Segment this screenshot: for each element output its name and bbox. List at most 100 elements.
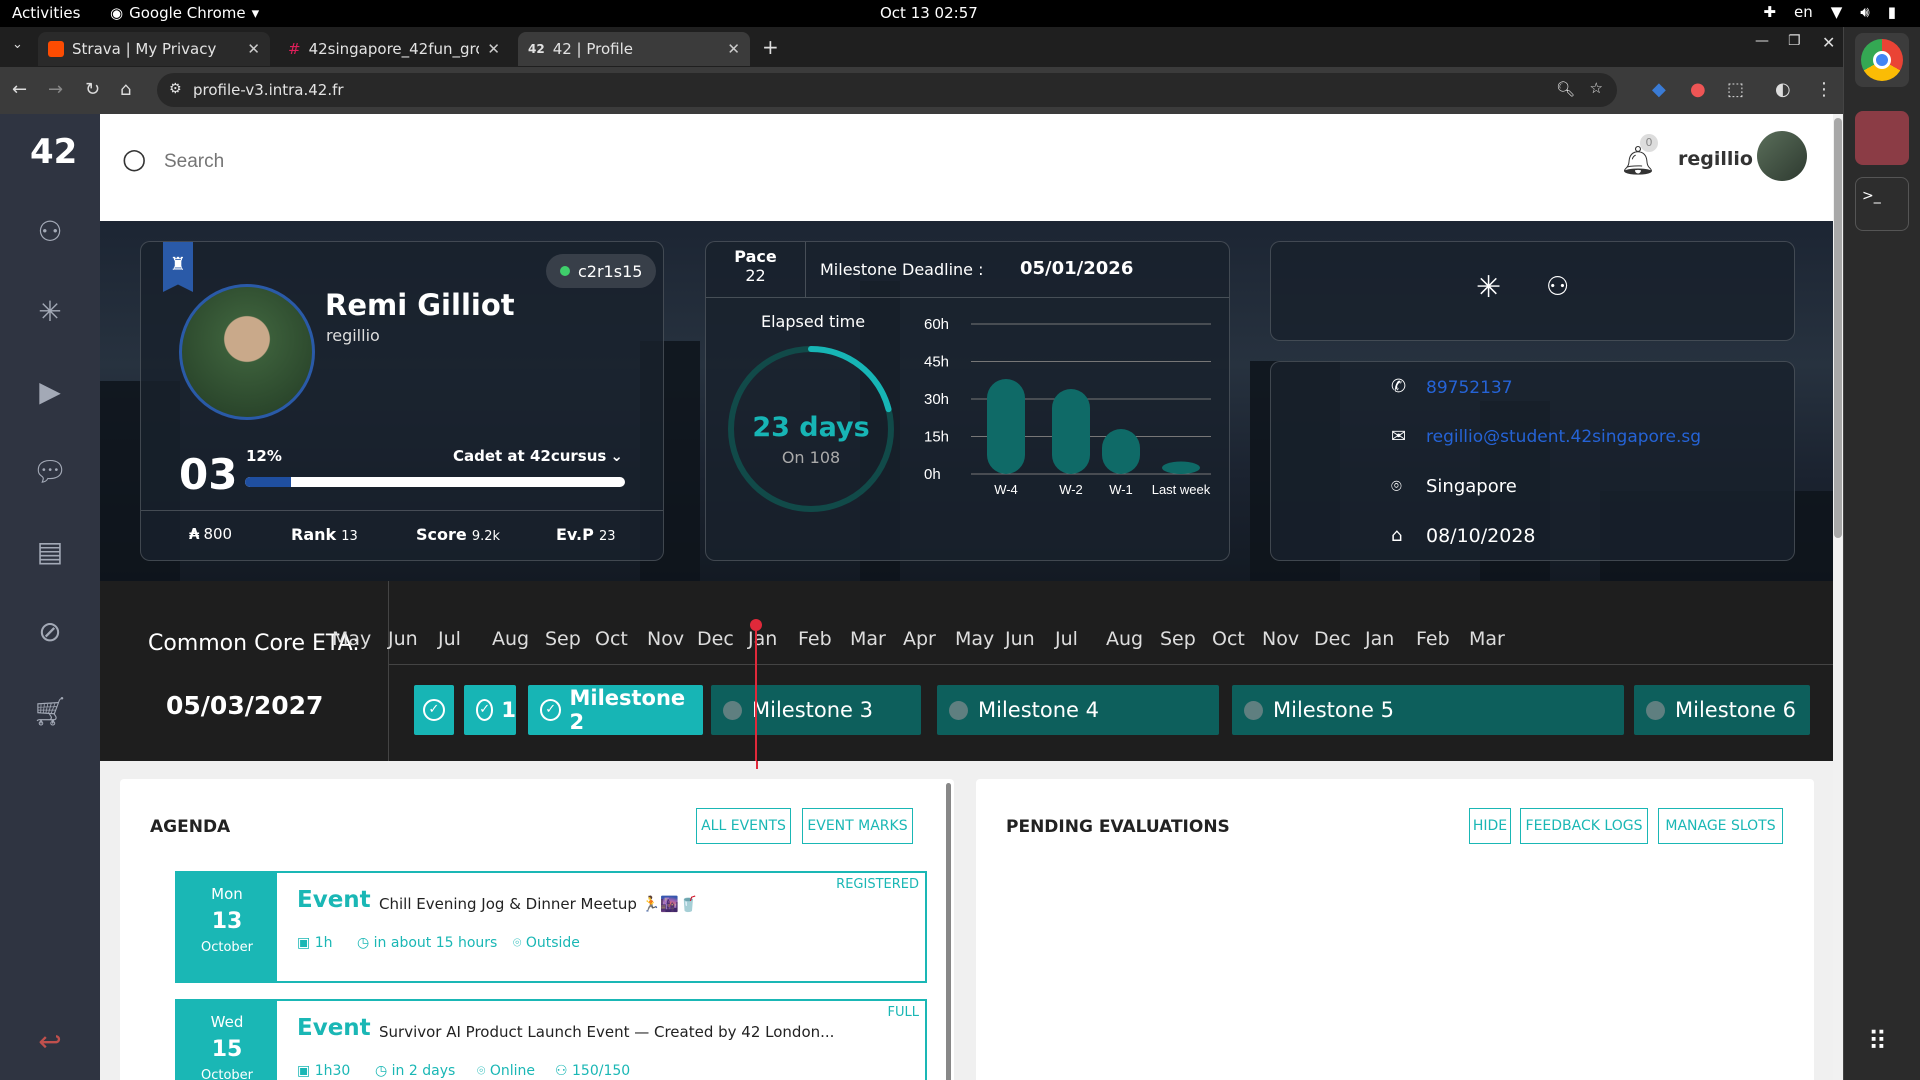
language-indicator[interactable]: en [1794, 3, 1813, 21]
bitwarden-icon[interactable]: ◆ [1652, 79, 1666, 100]
scrollbar[interactable] [946, 783, 951, 1080]
tab-search-icon[interactable]: ⌄ [12, 37, 23, 52]
web-page: 42 ⚇ ✳ ▶ 💬︎ ▤ ⊘ 🛒︎ ↩ ○ 🔔︎ 0 regillio [0, 114, 1843, 1080]
page-scrollbar[interactable] [1833, 114, 1843, 1080]
user-settings-icon[interactable]: ⚇ [1546, 272, 1569, 302]
home-icon[interactable]: ⌂ [120, 79, 131, 100]
battery-icon[interactable]: ▮ [1888, 3, 1896, 21]
manage-slots-button[interactable]: MANAGE SLOTS [1658, 808, 1783, 844]
pace-label: Pace [734, 247, 777, 266]
zoom-icon[interactable]: 🔍︎ [1556, 80, 1575, 98]
cursus-select[interactable]: Cadet at 42cursus ⌄ [453, 447, 623, 465]
system-top-bar: Activities ◉ Google Chrome ▾ Oct 13 02:5… [0, 0, 1920, 27]
phone-link[interactable]: 89752137 [1426, 378, 1513, 398]
back-icon[interactable]: ← [12, 79, 27, 100]
email-link[interactable]: regillio@student.42singapore.sg [1426, 427, 1701, 447]
show-apps-icon[interactable]: ⠿ [1868, 1027, 1889, 1057]
close-icon[interactable]: ✕ [247, 40, 260, 58]
event-duration: ▣ 1h30 [297, 1063, 350, 1079]
extension-icon[interactable]: ✚ [1763, 3, 1776, 21]
extension-red-icon[interactable]: ● [1690, 79, 1706, 100]
tab-title: Strava | My Privacy [72, 40, 217, 58]
wifi-icon[interactable]: ▼ [1831, 3, 1843, 21]
milestone-1[interactable]: ✓ 1 [464, 685, 516, 735]
cart-icon[interactable]: 🛒︎ [30, 692, 70, 732]
extensions-icon[interactable]: ⬚ [1727, 79, 1744, 100]
browser-window: ⌄ Strava | My Privacy ✕ # 42singapore_42… [0, 27, 1843, 1080]
profile-icon[interactable]: ◐ [1775, 79, 1791, 100]
tab-strava[interactable]: Strava | My Privacy ✕ [38, 32, 270, 66]
check-icon: ✓ [476, 699, 494, 721]
terminal-dock-icon[interactable]: >_ [1855, 177, 1909, 231]
close-icon[interactable]: ✕ [727, 40, 740, 58]
files-dock-icon[interactable] [1855, 111, 1909, 165]
event-day: 15 [211, 1037, 243, 1062]
event-card[interactable]: Mon 13 October Event Chill Evening Jog &… [175, 871, 927, 983]
month-label: Apr [903, 628, 936, 650]
event-duration-text: 1h [314, 935, 333, 951]
feedback-logs-button[interactable]: FEEDBACK LOGS [1520, 808, 1648, 844]
milestone-4[interactable]: Milestone 4 [937, 685, 1219, 735]
site-info-icon[interactable]: ⚙ [169, 81, 182, 97]
milestone-0[interactable]: ✓ [414, 685, 454, 735]
bookmark-star-icon[interactable]: ☆ [1590, 79, 1603, 97]
close-icon[interactable]: ✕ [487, 40, 500, 58]
y-tick-label: 15h [924, 429, 949, 446]
video-icon[interactable]: ▶ [30, 372, 70, 412]
bar-last-week[interactable] [1162, 461, 1200, 475]
profile-photo[interactable] [179, 284, 315, 420]
logout-icon[interactable]: ↩ [30, 1022, 70, 1062]
scrollbar-thumb[interactable] [1834, 118, 1842, 538]
briefcase-icon[interactable]: ▤ [30, 532, 70, 572]
search-input[interactable] [164, 144, 564, 180]
calendar-icon: ▣ [297, 935, 311, 951]
42-logo-icon[interactable]: 42 [30, 132, 77, 172]
milestone-3[interactable]: Milestone 3 [711, 685, 921, 735]
reload-icon[interactable]: ↻ [85, 79, 100, 100]
network-icon[interactable]: ✳ [1476, 270, 1501, 305]
bar-w-4[interactable] [987, 379, 1025, 474]
agenda-panel: AGENDA ALL EVENTS EVENT MARKS Mon 13 Oct… [120, 779, 954, 1080]
event-card[interactable]: Wed 15 October Event Survivor AI Product… [175, 999, 927, 1080]
location-status[interactable]: c2r1s15 [546, 254, 657, 288]
event-where: ⌾ Online [477, 1063, 535, 1079]
header-username[interactable]: regillio [1678, 148, 1753, 170]
address-bar[interactable]: ⚙ profile-v3.intra.42.fr 🔍︎ ☆ [157, 73, 1617, 107]
tab-slack[interactable]: # 42singapore_42fun_gro ✕ [278, 32, 510, 66]
compass-icon[interactable]: ⊘ [30, 612, 70, 652]
event-status-badge: FULL [887, 1005, 919, 1020]
divider [141, 510, 663, 511]
volume-icon[interactable]: 🔊︎ [1860, 3, 1869, 21]
url-text: profile-v3.intra.42.fr [193, 81, 344, 99]
new-tab-icon[interactable]: + [762, 35, 779, 59]
avatar[interactable] [1757, 131, 1807, 181]
minimize-icon[interactable]: — [1755, 33, 1769, 49]
activities-button[interactable]: Activities [12, 4, 80, 22]
clock-icon: ◷ [375, 1063, 388, 1079]
clock[interactable]: Oct 13 02:57 [880, 4, 978, 22]
chat-icon[interactable]: 💬︎ [30, 452, 70, 492]
event-date-block: Wed 15 October [177, 1001, 277, 1080]
network-icon[interactable]: ✳ [30, 292, 70, 332]
window-close-icon[interactable]: ✕ [1822, 33, 1835, 52]
menu-icon[interactable]: ⋮ [1815, 79, 1833, 100]
tab-profile[interactable]: 42 42 | Profile ✕ [518, 32, 750, 66]
chrome-dock-icon[interactable] [1855, 33, 1909, 87]
maximize-icon[interactable]: ❐ [1788, 33, 1801, 49]
profile-icon[interactable]: ⚇ [30, 212, 70, 252]
bar-w-1[interactable] [1102, 429, 1140, 474]
all-events-button[interactable]: ALL EVENTS [696, 808, 791, 844]
milestone-2[interactable]: ✓ Milestone 2 [528, 685, 703, 735]
forward-icon[interactable]: → [48, 79, 63, 100]
strava-icon [48, 41, 64, 57]
hide-button[interactable]: HIDE [1469, 808, 1511, 844]
event-day: 13 [211, 909, 243, 934]
event-marks-button[interactable]: EVENT MARKS [802, 808, 913, 844]
profile-banner: ♜ Remi Gilliot regillio c2r1s15 03 12% C… [100, 221, 1833, 581]
milestone-6[interactable]: Milestone 6 [1634, 685, 1810, 735]
pending-dot-icon [723, 700, 742, 720]
milestone-5[interactable]: Milestone 5 [1232, 685, 1624, 735]
app-menu[interactable]: ◉ Google Chrome ▾ [110, 4, 259, 22]
bar-w-2[interactable] [1052, 389, 1090, 474]
month-label: Mar [1469, 628, 1505, 650]
